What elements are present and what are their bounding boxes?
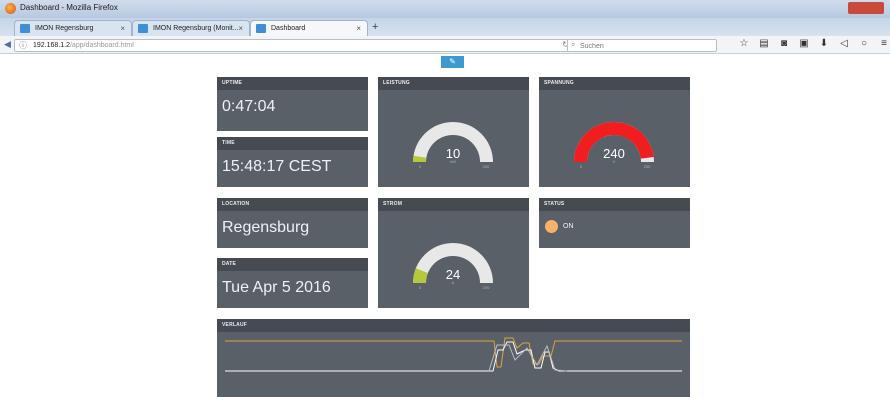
pocket-icon[interactable]: ◙ bbox=[778, 38, 790, 52]
widget-title: TIME bbox=[217, 137, 368, 150]
send-icon[interactable]: ◁ bbox=[838, 38, 850, 52]
tab-favicon-icon bbox=[20, 24, 30, 33]
leistung-gauge: 10 kW 0 200 bbox=[413, 122, 493, 169]
spannung-gauge: 240 V 0 250 bbox=[574, 121, 654, 169]
location-widget: LOCATION Regensburg bbox=[217, 198, 368, 248]
series-white-line bbox=[225, 341, 682, 372]
url-text[interactable]: 192.168.1.2/app/dashboard.html bbox=[33, 42, 134, 49]
wrench-icon: ✎ bbox=[449, 57, 456, 66]
status-value: ON bbox=[563, 223, 574, 230]
new-tab-button[interactable]: + bbox=[372, 21, 378, 33]
status-indicator-icon bbox=[545, 220, 558, 233]
widget-title: LEISTUNG bbox=[378, 77, 529, 90]
back-arrow-icon[interactable]: ◀ bbox=[4, 39, 11, 50]
window-close-button[interactable] bbox=[848, 2, 884, 14]
tab-close-icon[interactable]: × bbox=[238, 21, 243, 36]
bookmark-star-icon[interactable]: ☆ bbox=[738, 38, 750, 52]
window-titlebar: Dashboard - Mozilla Firefox bbox=[0, 0, 890, 18]
widget-title: UPTIME bbox=[217, 77, 368, 90]
gauge-min: 0 bbox=[419, 285, 422, 290]
gauge-max: 200 bbox=[483, 285, 490, 290]
tab-label: Dashboard bbox=[271, 25, 306, 32]
tab-close-icon[interactable]: × bbox=[120, 21, 125, 36]
widget-title: SPANNUNG bbox=[539, 77, 690, 90]
gauge-max: 200 bbox=[483, 164, 490, 169]
reading-list-icon[interactable]: ▤ bbox=[758, 38, 770, 52]
strom-gauge: 24 A 0 200 bbox=[413, 243, 493, 290]
firefox-icon bbox=[5, 3, 16, 14]
gauge-max: 250 bbox=[644, 164, 651, 169]
toolbar-icons: ☆ ▤ ◙ ▣ ⬇ ◁ ○ ≡ bbox=[738, 38, 890, 52]
gauge-unit: kW bbox=[450, 159, 456, 164]
gauge-unit: A bbox=[452, 280, 455, 285]
navigation-bar: ◀ ⓘ 192.168.1.2/app/dashboard.html ↻ ⌕ ☆… bbox=[0, 36, 890, 54]
chat-icon[interactable]: ○ bbox=[858, 38, 870, 52]
gauge-unit: V bbox=[613, 159, 616, 164]
strom-widget: STROM 24 A 0 200 bbox=[378, 198, 529, 308]
search-input[interactable] bbox=[580, 41, 710, 51]
tab-imon-regensburg[interactable]: IMON Regensburg × bbox=[14, 20, 132, 36]
search-icon: ⌕ bbox=[571, 40, 576, 49]
url-path: /app/dashboard.html bbox=[69, 42, 134, 49]
search-bar[interactable]: ⌕ bbox=[567, 39, 717, 52]
verlauf-chart bbox=[225, 337, 682, 372]
gauge-min: 0 bbox=[419, 164, 422, 169]
gauge-min: 0 bbox=[580, 164, 583, 169]
location-value: Regensburg bbox=[222, 219, 310, 236]
date-widget: DATE Tue Apr 5 2016 bbox=[217, 258, 368, 308]
tab-dashboard[interactable]: Dashboard × bbox=[250, 20, 368, 36]
widget-title: DATE bbox=[217, 258, 368, 271]
tab-imon-monitoring[interactable]: IMON Regensburg (Monit... × bbox=[132, 20, 250, 36]
menu-icon[interactable]: ≡ bbox=[878, 38, 890, 52]
widget-title: STATUS bbox=[539, 198, 690, 211]
tab-favicon-icon bbox=[256, 24, 266, 33]
verlauf-widget: VERLAUF bbox=[217, 319, 690, 397]
date-value: Tue Apr 5 2016 bbox=[222, 279, 331, 296]
tab-label: IMON Regensburg (Monit... bbox=[153, 25, 239, 32]
edit-dashboard-button[interactable]: ✎ bbox=[441, 56, 464, 68]
window-title: Dashboard - Mozilla Firefox bbox=[20, 3, 118, 12]
download-icon[interactable]: ⬇ bbox=[818, 38, 830, 52]
widget-title: STROM bbox=[378, 198, 529, 211]
spannung-widget: SPANNUNG 240 V 0 250 bbox=[539, 77, 690, 187]
tab-close-icon[interactable]: × bbox=[356, 21, 361, 36]
url-host: 192.168.1.2 bbox=[33, 42, 70, 49]
widget-title: LOCATION bbox=[217, 198, 368, 211]
series-orange-line bbox=[225, 337, 682, 368]
status-widget: STATUS ON bbox=[539, 198, 690, 248]
site-info-icon[interactable]: ⓘ bbox=[19, 40, 27, 51]
uptime-value: 0:47:04 bbox=[222, 98, 276, 115]
dashboard-page: ✎ UPTIME 0:47:04 TIME 15:48:17 CEST LOCA… bbox=[0, 55, 890, 397]
library-icon[interactable]: ▣ bbox=[798, 38, 810, 52]
url-bar[interactable]: ⓘ 192.168.1.2/app/dashboard.html ↻ bbox=[14, 39, 574, 52]
leistung-widget: LEISTUNG 10 kW 0 200 bbox=[378, 77, 529, 187]
time-widget: TIME 15:48:17 CEST bbox=[217, 137, 368, 187]
widget-title: VERLAUF bbox=[217, 319, 690, 332]
time-value: 15:48:17 CEST bbox=[222, 158, 332, 175]
tab-favicon-icon bbox=[138, 24, 148, 33]
uptime-widget: UPTIME 0:47:04 bbox=[217, 77, 368, 131]
tab-label: IMON Regensburg bbox=[35, 25, 94, 32]
tab-strip: IMON Regensburg × IMON Regensburg (Monit… bbox=[0, 18, 890, 36]
